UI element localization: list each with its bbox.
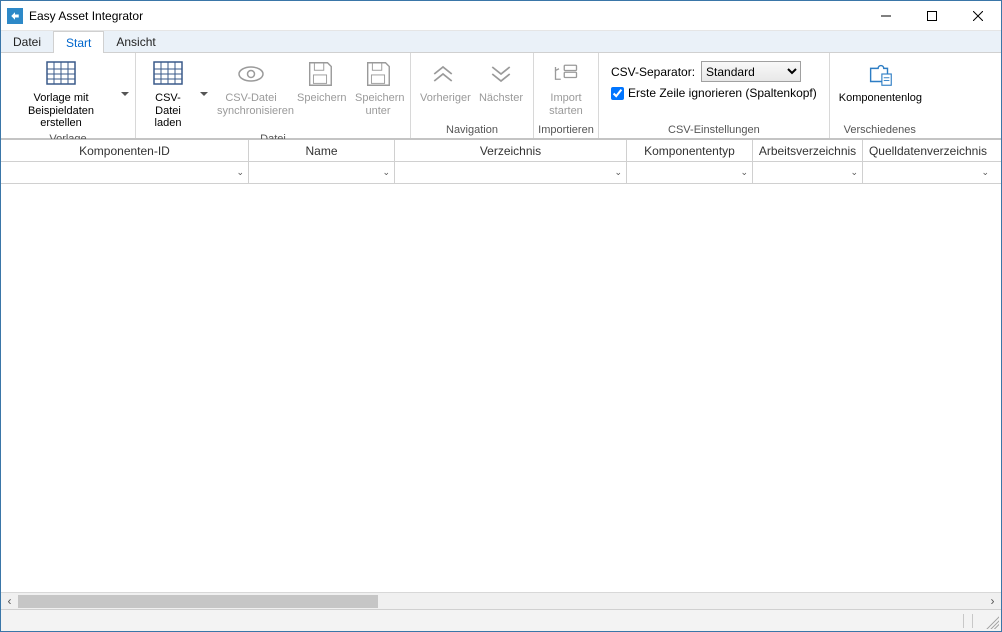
maximize-button[interactable]: [909, 1, 955, 31]
chevron-down-icon: ⌄: [850, 167, 858, 178]
column-header-name[interactable]: Name: [249, 140, 395, 161]
chevrons-down-icon: [485, 58, 517, 90]
scroll-track[interactable]: [18, 593, 984, 609]
component-log-label: Komponentenlog: [839, 92, 921, 105]
ribbon-group-importieren: Import starten Importieren: [534, 53, 599, 138]
column-header-arbeitsverzeichnis[interactable]: Arbeitsverzeichnis: [753, 140, 863, 161]
close-button[interactable]: [955, 1, 1001, 31]
ribbon-group-navigation: Vorheriger Nächster Navigation: [411, 53, 534, 138]
load-csv-button[interactable]: CSV-Datei laden: [140, 55, 196, 133]
next-button[interactable]: Nächster: [473, 55, 529, 108]
grid-load-icon: [152, 58, 184, 90]
column-header-komponententyp[interactable]: Komponententyp: [627, 140, 753, 161]
ribbon-group-csv: CSV-Separator: Standard Erste Zeile igno…: [599, 53, 830, 138]
menu-bar: Datei Start Ansicht: [1, 31, 1001, 53]
import-icon: [550, 58, 582, 90]
load-csv-dropdown[interactable]: [198, 55, 210, 133]
chevron-down-icon: ⌄: [382, 167, 390, 178]
column-header-verzeichnis[interactable]: Verzeichnis: [395, 140, 627, 161]
ignore-first-row-input[interactable]: [611, 87, 624, 100]
tab-datei[interactable]: Datei: [1, 31, 53, 52]
start-import-label: Import starten: [549, 92, 583, 117]
ribbon-group-datei: CSV-Datei laden CSV-Datei synchronisiere…: [136, 53, 411, 138]
chevron-down-icon: ⌄: [740, 167, 748, 178]
filter-cell-4[interactable]: ⌄: [753, 162, 863, 183]
scroll-thumb[interactable]: [18, 595, 378, 608]
statusbar-separator: [963, 614, 964, 628]
filter-cell-0[interactable]: ⌄: [1, 162, 249, 183]
tab-ansicht[interactable]: Ansicht: [104, 31, 167, 52]
filter-cell-1[interactable]: ⌄: [249, 162, 395, 183]
chevrons-up-icon: [427, 58, 459, 90]
eye-icon: [235, 58, 267, 90]
component-log-button[interactable]: Komponentenlog: [834, 55, 926, 108]
next-label: Nächster: [479, 92, 523, 105]
create-template-button[interactable]: Vorlage mit Beispieldaten erstellen: [5, 55, 117, 133]
group-label-misc: Verschiedenes: [834, 124, 926, 138]
chevron-down-icon: ⌄: [614, 167, 622, 178]
grid-template-icon: [45, 58, 77, 90]
csv-separator-label: CSV-Separator:: [611, 65, 695, 79]
ribbon: Vorlage mit Beispieldaten erstellen Vorl…: [1, 53, 1001, 139]
create-template-dropdown[interactable]: [119, 55, 131, 133]
grid-filter-row: ⌄ ⌄ ⌄ ⌄ ⌄ ⌄: [1, 162, 1001, 184]
tab-start[interactable]: Start: [53, 31, 104, 53]
minimize-button[interactable]: [863, 1, 909, 31]
title-bar: Easy Asset Integrator: [1, 1, 1001, 31]
resize-grip[interactable]: [983, 613, 999, 629]
save-button[interactable]: Speichern: [292, 55, 348, 108]
save-label: Speichern: [297, 92, 343, 105]
ignore-first-row-checkbox[interactable]: Erste Zeile ignorieren (Spaltenkopf): [611, 86, 817, 100]
ignore-first-row-label: Erste Zeile ignorieren (Spaltenkopf): [628, 86, 817, 100]
chevron-down-icon: ⌄: [236, 167, 244, 178]
group-label-navigation: Navigation: [415, 124, 529, 138]
csv-separator-select[interactable]: Standard: [701, 61, 801, 82]
statusbar-separator: [972, 614, 973, 628]
prev-label: Vorheriger: [420, 92, 466, 105]
ribbon-group-vorlage: Vorlage mit Beispieldaten erstellen Vorl…: [1, 53, 136, 138]
start-import-button[interactable]: Import starten: [538, 55, 594, 120]
prev-button[interactable]: Vorheriger: [415, 55, 471, 108]
column-header-quelldatenverzeichnis[interactable]: Quelldatenverzeichnis: [863, 140, 993, 161]
ribbon-group-misc: Komponentenlog Verschiedenes: [830, 53, 930, 138]
sync-csv-button[interactable]: CSV-Datei synchronisieren: [212, 55, 290, 120]
status-bar: [1, 609, 1001, 631]
sync-csv-label: CSV-Datei synchronisieren: [217, 92, 285, 117]
load-csv-label: CSV-Datei laden: [145, 92, 191, 130]
puzzle-log-icon: [864, 58, 896, 90]
scroll-left-button[interactable]: ‹: [1, 593, 18, 610]
create-template-label: Vorlage mit Beispieldaten erstellen: [10, 92, 112, 130]
column-header-komponenten-id[interactable]: Komponenten-ID: [1, 140, 249, 161]
save-as-button[interactable]: Speichern unter: [350, 55, 406, 120]
app-icon: [7, 8, 23, 24]
scroll-right-button[interactable]: ›: [984, 593, 1001, 610]
grid-body: [1, 184, 1001, 592]
save-as-label: Speichern unter: [355, 92, 401, 117]
floppy-as-icon: [362, 58, 394, 90]
data-grid: Komponenten-ID Name Verzeichnis Komponen…: [1, 139, 1001, 609]
chevron-down-icon: ⌄: [981, 167, 989, 178]
filter-cell-5[interactable]: ⌄: [863, 162, 993, 183]
filter-cell-3[interactable]: ⌄: [627, 162, 753, 183]
filter-cell-2[interactable]: ⌄: [395, 162, 627, 183]
floppy-icon: [304, 58, 336, 90]
window-title: Easy Asset Integrator: [29, 9, 143, 23]
grid-header-row: Komponenten-ID Name Verzeichnis Komponen…: [1, 140, 1001, 162]
group-label-csv: CSV-Einstellungen: [603, 124, 825, 138]
horizontal-scrollbar[interactable]: ‹ ›: [1, 592, 1001, 609]
group-label-importieren: Importieren: [538, 124, 594, 138]
